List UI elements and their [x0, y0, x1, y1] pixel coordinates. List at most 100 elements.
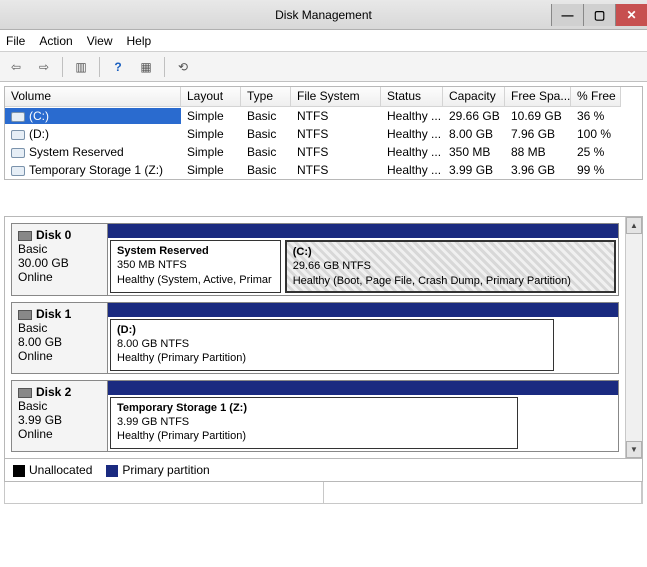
drive-icon	[11, 148, 25, 158]
partition-status: Healthy (Boot, Page File, Crash Dump, Pr…	[293, 274, 608, 288]
col-type[interactable]: Type	[241, 87, 291, 107]
scrollbar-vertical[interactable]: ▲ ▼	[625, 217, 642, 458]
volume-row[interactable]: (D:)SimpleBasicNTFSHealthy ...8.00 GB7.9…	[5, 125, 642, 143]
col-free[interactable]: Free Spa...	[505, 87, 571, 107]
volume-cell: Temporary Storage 1 (Z:)	[5, 162, 181, 178]
disk-icon	[18, 388, 32, 398]
scroll-up-button[interactable]: ▲	[626, 217, 642, 234]
partition-title: Temporary Storage 1 (Z:)	[117, 401, 511, 415]
volume-cell: 100 %	[571, 126, 621, 142]
back-button[interactable]: ⇦	[4, 55, 28, 79]
disk-info: Disk 0Basic30.00 GBOnline	[12, 224, 108, 295]
volume-cell: 36 %	[571, 108, 621, 124]
col-volume[interactable]: Volume	[5, 87, 181, 107]
forward-button[interactable]: ⇨	[32, 55, 56, 79]
volume-cell: Basic	[241, 144, 291, 160]
help-button[interactable]: ?	[106, 55, 130, 79]
disk-type: Basic	[18, 321, 101, 335]
volume-cell: Healthy ...	[381, 162, 443, 178]
volume-cell: Basic	[241, 108, 291, 124]
partition[interactable]: Temporary Storage 1 (Z:)3.99 GB NTFSHeal…	[110, 397, 518, 449]
disk-header-bar	[108, 224, 618, 238]
col-layout[interactable]: Layout	[181, 87, 241, 107]
volume-cell: System Reserved	[5, 144, 181, 160]
chevron-down-icon: ▼	[630, 445, 638, 454]
volume-cell: Basic	[241, 126, 291, 142]
maximize-button[interactable]: ▢	[583, 4, 615, 26]
menubar: File Action View Help	[0, 30, 647, 52]
partition[interactable]: (C:)29.66 GB NTFSHealthy (Boot, Page Fil…	[285, 240, 616, 293]
col-status[interactable]: Status	[381, 87, 443, 107]
settings-view-button[interactable]: ▦	[134, 55, 158, 79]
show-hide-button[interactable]: ▥	[69, 55, 93, 79]
volume-cell: 350 MB	[443, 144, 505, 160]
volume-cell: Healthy ...	[381, 144, 443, 160]
help-icon: ?	[114, 60, 121, 74]
scroll-down-button[interactable]: ▼	[626, 441, 642, 458]
drive-icon	[11, 166, 25, 176]
disk-size: 8.00 GB	[18, 335, 101, 349]
partition-title: (D:)	[117, 323, 547, 337]
disk-label: Disk 1	[18, 307, 101, 321]
disk-type: Basic	[18, 242, 101, 256]
square-icon	[106, 465, 118, 477]
volume-cell: (D:)	[5, 126, 181, 142]
menu-file[interactable]: File	[6, 34, 25, 48]
partition[interactable]: System Reserved350 MB NTFSHealthy (Syste…	[110, 240, 281, 293]
volume-list-header: Volume Layout Type File System Status Ca…	[5, 87, 642, 107]
volume-row[interactable]: Temporary Storage 1 (Z:)SimpleBasicNTFSH…	[5, 161, 642, 179]
disk-row[interactable]: Disk 0Basic30.00 GBOnlineSystem Reserved…	[11, 223, 619, 296]
square-icon	[13, 465, 25, 477]
menu-action[interactable]: Action	[39, 34, 72, 48]
disk-label: Disk 0	[18, 228, 101, 242]
volume-cell: 7.96 GB	[505, 126, 571, 142]
disk-row[interactable]: Disk 2Basic3.99 GBOnlineTemporary Storag…	[11, 380, 619, 452]
volume-cell: 29.66 GB	[443, 108, 505, 124]
menu-view[interactable]: View	[87, 34, 113, 48]
drive-icon	[11, 130, 25, 140]
drive-icon	[11, 112, 25, 122]
toolbar-separator	[62, 57, 63, 77]
chevron-up-icon: ▲	[630, 221, 638, 230]
toolbar-separator	[99, 57, 100, 77]
disk-icon	[18, 310, 32, 320]
legend-unallocated: Unallocated	[13, 463, 92, 477]
volume-cell: NTFS	[291, 126, 381, 142]
refresh-icon: ⟲	[178, 60, 188, 74]
partition[interactable]: (D:)8.00 GB NTFSHealthy (Primary Partiti…	[110, 319, 554, 371]
menu-help[interactable]: Help	[127, 34, 152, 48]
disk-state: Online	[18, 349, 101, 363]
volume-cell: NTFS	[291, 108, 381, 124]
volume-row[interactable]: System ReservedSimpleBasicNTFSHealthy ..…	[5, 143, 642, 161]
disk-row[interactable]: Disk 1Basic8.00 GBOnline (D:)8.00 GB NTFS…	[11, 302, 619, 374]
col-filesystem[interactable]: File System	[291, 87, 381, 107]
volume-cell: 8.00 GB	[443, 126, 505, 142]
col-pctfree[interactable]: % Free	[571, 87, 621, 107]
disk-icon	[18, 231, 32, 241]
volume-cell: Healthy ...	[381, 108, 443, 124]
volume-cell: 88 MB	[505, 144, 571, 160]
partition-size: 29.66 GB NTFS	[293, 259, 608, 273]
volume-cell: Basic	[241, 162, 291, 178]
disk-size: 3.99 GB	[18, 413, 101, 427]
volume-cell: 25 %	[571, 144, 621, 160]
titlebar[interactable]: Disk Management — ▢ ✕	[0, 0, 647, 30]
volume-row[interactable]: (C:)SimpleBasicNTFSHealthy ...29.66 GB10…	[5, 107, 642, 125]
volume-cell: Simple	[181, 108, 241, 124]
grid-icon: ▦	[140, 60, 151, 74]
refresh-button[interactable]: ⟲	[171, 55, 195, 79]
disk-header-bar	[108, 381, 618, 395]
col-capacity[interactable]: Capacity	[443, 87, 505, 107]
minimize-button[interactable]: —	[551, 4, 583, 26]
volume-cell: 10.69 GB	[505, 108, 571, 124]
volume-cell: 99 %	[571, 162, 621, 178]
toolbar-separator	[164, 57, 165, 77]
disk-header-bar	[108, 303, 618, 317]
volume-list[interactable]: Volume Layout Type File System Status Ca…	[4, 86, 643, 180]
partition-size: 3.99 GB NTFS	[117, 415, 511, 429]
disk-graphical-view[interactable]: Disk 0Basic30.00 GBOnlineSystem Reserved…	[4, 216, 643, 459]
status-cell	[324, 482, 643, 503]
partition-size: 8.00 GB NTFS	[117, 337, 547, 351]
close-button[interactable]: ✕	[615, 4, 647, 26]
volume-cell: Simple	[181, 126, 241, 142]
